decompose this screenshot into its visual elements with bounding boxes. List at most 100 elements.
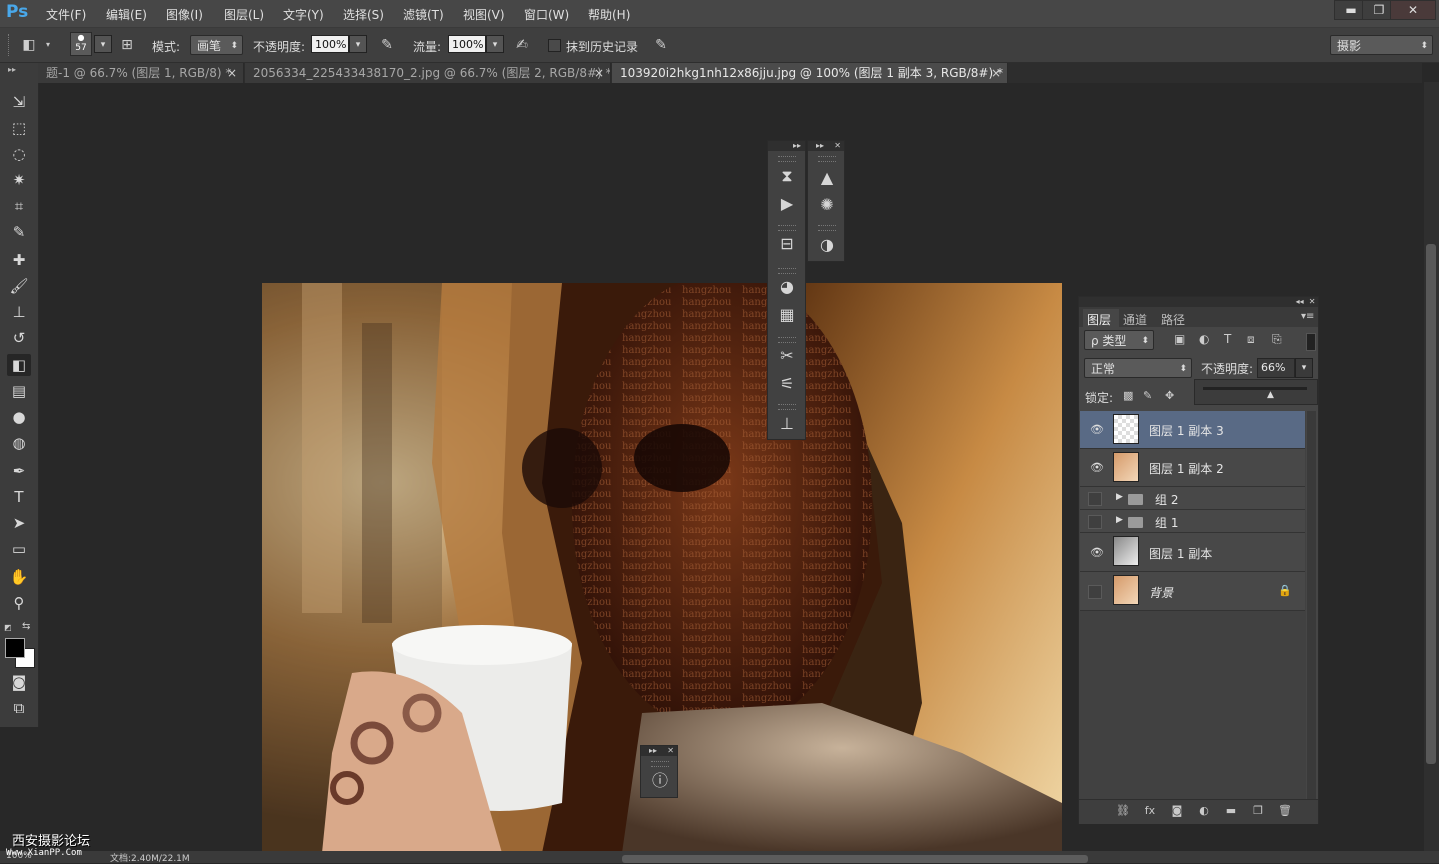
styles-grid-icon[interactable]: ▦ bbox=[774, 304, 800, 326]
airbrush-icon[interactable]: ✍ bbox=[513, 36, 531, 54]
properties-panel-icon[interactable]: ⊟ bbox=[774, 233, 800, 255]
menu-help[interactable]: 帮助(H) bbox=[588, 6, 630, 23]
blur-tool[interactable]: ● bbox=[7, 406, 31, 428]
magic-wand-tool[interactable]: ✷ bbox=[7, 169, 31, 191]
menu-layer[interactable]: 图层(L) bbox=[224, 6, 264, 23]
expand-arrow-icon[interactable]: ▶ bbox=[1116, 515, 1123, 525]
marquee-tool[interactable]: ⬚ bbox=[7, 117, 31, 139]
menu-view[interactable]: 视图(V) bbox=[463, 6, 505, 23]
history-panel-icon[interactable]: ⧗ bbox=[774, 165, 800, 187]
tab-close-icon[interactable]: × bbox=[991, 63, 1001, 83]
adjustment-icon[interactable]: ◐ bbox=[1196, 804, 1212, 817]
adjustments-icon[interactable]: ◑ bbox=[814, 234, 840, 256]
swatches-palette-icon[interactable]: ◕ bbox=[774, 276, 800, 298]
horizontal-scroll-thumb[interactable] bbox=[622, 855, 1088, 863]
menu-type[interactable]: 文字(Y) bbox=[283, 6, 324, 23]
filter-type-icon[interactable]: T bbox=[1224, 332, 1231, 346]
panel-close-icon[interactable]: ✕ bbox=[1309, 297, 1316, 306]
pressure-opacity-icon[interactable]: ✎ bbox=[378, 36, 396, 54]
link-icon[interactable]: ⛓ bbox=[1115, 804, 1131, 817]
layer-name[interactable]: 组 1 bbox=[1155, 514, 1178, 531]
filter-pixel-icon[interactable]: ▣ bbox=[1174, 332, 1185, 346]
lock-transparency-icon[interactable]: ▩ bbox=[1123, 389, 1133, 402]
layer-filter-select[interactable]: ρ 类型 ⬍ bbox=[1084, 330, 1154, 350]
menu-image[interactable]: 图像(I) bbox=[166, 6, 203, 23]
swap-colors-icon[interactable]: ⇆ bbox=[22, 621, 30, 632]
brush-panel-icon[interactable]: ⊞ bbox=[118, 36, 136, 54]
layer-name[interactable]: 组 2 bbox=[1155, 491, 1178, 508]
tab-doc-2[interactable]: 2056334_225433438170_2.jpg @ 66.7% (图层 2… bbox=[245, 63, 611, 83]
actions-play-icon[interactable]: ▶ bbox=[774, 193, 800, 215]
blend-mode-select[interactable]: 正常 ⬍ bbox=[1084, 358, 1192, 378]
menu-filter[interactable]: 滤镜(T) bbox=[403, 6, 444, 23]
panel-grip[interactable] bbox=[778, 404, 796, 410]
brush-picker[interactable]: ● 57 bbox=[70, 32, 92, 56]
tab-close-icon[interactable]: × bbox=[594, 63, 604, 83]
dodge-tool[interactable]: ◍ bbox=[7, 432, 31, 454]
eraser-tool[interactable]: ◧ bbox=[7, 354, 31, 376]
new-layer-icon[interactable]: ❐ bbox=[1250, 804, 1266, 817]
tab-layers[interactable]: 图层 bbox=[1087, 311, 1111, 328]
panel-grip[interactable] bbox=[818, 225, 836, 231]
erase-history-checkbox[interactable] bbox=[548, 39, 561, 52]
move-tool[interactable]: ⇲ bbox=[7, 91, 31, 113]
visibility-toggle[interactable] bbox=[1088, 584, 1102, 599]
foreground-color-swatch[interactable] bbox=[5, 638, 25, 658]
close-window-button[interactable]: ✕ bbox=[1390, 0, 1436, 20]
eye-icon[interactable]: 👁 bbox=[1090, 546, 1104, 559]
trash-icon[interactable]: 🗑 bbox=[1277, 804, 1293, 817]
flow-input[interactable]: 100% bbox=[448, 35, 486, 53]
doc-size[interactable]: 文档:2.40M/22.1M bbox=[110, 851, 190, 864]
toolbox-collapse-icon[interactable]: ▸▸ bbox=[8, 65, 16, 74]
panel-grip[interactable] bbox=[651, 761, 669, 767]
panel-grip[interactable] bbox=[778, 337, 796, 343]
eyedropper-tool[interactable]: ✎ bbox=[7, 221, 31, 243]
tab-doc-3[interactable]: 103920i2hkg1nh12x86jju.jpg @ 100% (图层 1 … bbox=[612, 63, 1008, 83]
panel-collapse-icon[interactable]: ◂◂ bbox=[1296, 297, 1304, 306]
tab-close-icon[interactable]: × bbox=[227, 63, 237, 83]
opacity-dropdown[interactable]: ▾ bbox=[349, 35, 367, 53]
pen-tool[interactable]: ✒ bbox=[7, 460, 31, 482]
panel-expand-icon[interactable]: ▸▸ ✕ bbox=[808, 141, 844, 151]
pressure-size-icon[interactable]: ✎ bbox=[652, 36, 670, 54]
tab-paths[interactable]: 路径 bbox=[1161, 311, 1185, 328]
history-brush-tool[interactable]: ↺ bbox=[7, 327, 31, 349]
layer-name[interactable]: 图层 1 副本 3 bbox=[1149, 422, 1224, 439]
mask-icon[interactable]: ◙ bbox=[1169, 804, 1185, 817]
flow-dropdown[interactable]: ▾ bbox=[486, 35, 504, 53]
filter-shape-icon[interactable]: ⧈ bbox=[1247, 332, 1255, 347]
filter-smart-object-icon[interactable]: ⎘ bbox=[1272, 332, 1282, 347]
layer-row[interactable]: 👁 图层 1 副本 3 bbox=[1080, 411, 1305, 449]
opacity-slider-thumb[interactable]: ▲ bbox=[1267, 390, 1274, 400]
opacity-slider-track[interactable] bbox=[1203, 387, 1307, 390]
eye-icon[interactable]: 👁 bbox=[1090, 461, 1104, 474]
layer-row[interactable]: 背景 🔒 bbox=[1080, 572, 1305, 611]
crop-tool[interactable]: ⌗ bbox=[7, 195, 31, 217]
layer-name[interactable]: 背景 bbox=[1149, 584, 1173, 601]
panel-grip[interactable] bbox=[778, 225, 796, 231]
brush-presets-icon[interactable]: ✂ bbox=[774, 345, 800, 367]
panel-expand-icon[interactable]: ▸▸ bbox=[768, 141, 805, 151]
tab-doc-1[interactable]: 题-1 @ 66.7% (图层 1, RGB/8) * × bbox=[38, 63, 244, 83]
panel-grip[interactable] bbox=[818, 156, 836, 162]
clone-source-icon[interactable]: ⊥ bbox=[774, 413, 800, 435]
menu-edit[interactable]: 编辑(E) bbox=[106, 6, 147, 23]
histogram-icon[interactable]: ▲ bbox=[814, 167, 840, 189]
visibility-toggle[interactable] bbox=[1088, 491, 1102, 506]
opacity-input[interactable]: 100% bbox=[311, 35, 349, 53]
workspace-select[interactable]: 摄影 ⬍ bbox=[1330, 35, 1433, 55]
navigator-icon[interactable]: ✺ bbox=[814, 194, 840, 216]
layers-scrollbar[interactable] bbox=[1307, 411, 1316, 799]
expand-arrow-icon[interactable]: ▶ bbox=[1116, 492, 1123, 502]
vertical-scroll-thumb[interactable] bbox=[1426, 244, 1436, 764]
layer-opacity-dropdown[interactable]: ▾ bbox=[1295, 358, 1313, 378]
lasso-tool[interactable]: ◌ bbox=[7, 143, 31, 165]
brush-settings-icon[interactable]: ⚟ bbox=[774, 373, 800, 395]
layer-row[interactable]: ▶ 组 1 bbox=[1080, 510, 1305, 533]
panel-expand-icon[interactable]: ▸▸ ✕ bbox=[641, 746, 677, 756]
eye-icon[interactable]: 👁 bbox=[1090, 423, 1104, 436]
layer-row[interactable]: 👁 图层 1 副本 bbox=[1080, 533, 1305, 572]
preset-dropdown-icon[interactable]: ▾ bbox=[46, 40, 50, 49]
info-icon[interactable]: ⓘ bbox=[647, 770, 673, 792]
panel-menu-icon[interactable]: ▾≡ bbox=[1301, 311, 1314, 322]
